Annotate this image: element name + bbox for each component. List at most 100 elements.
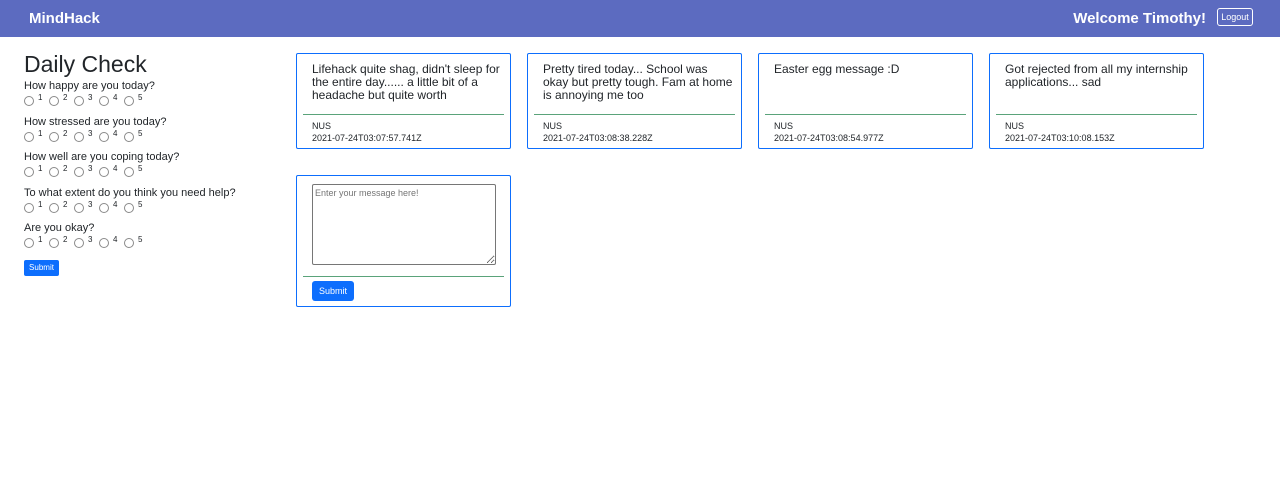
rating-option: 1 xyxy=(24,92,47,106)
rating-option: 5 xyxy=(124,128,147,142)
rating-option-label: 4 xyxy=(113,235,118,244)
rating-radio[interactable] xyxy=(124,167,134,177)
rating-option: 3 xyxy=(74,92,97,106)
rating-option: 3 xyxy=(74,234,97,248)
question-label: To what extent do you think you need hel… xyxy=(24,186,236,199)
message-card: Easter egg message :D NUS 2021-07-24T03:… xyxy=(758,53,973,149)
rating-option-label: 1 xyxy=(38,199,43,209)
rating-radio[interactable] xyxy=(124,238,134,248)
rating-option: 5 xyxy=(124,163,147,177)
message-timestamp: 2021-07-24T03:10:08.153Z xyxy=(1005,133,1115,143)
message-card: Got rejected from all my internship appl… xyxy=(989,53,1204,149)
rating-radio[interactable] xyxy=(49,131,59,142)
card-divider xyxy=(534,114,735,115)
message-org: NUS xyxy=(312,121,332,131)
rating-option-label: 2 xyxy=(63,93,68,102)
message-text: Pretty tired today... School was okay bu… xyxy=(543,62,733,102)
rating-option-label: 3 xyxy=(88,128,93,138)
message-timestamp: 2021-07-24T03:08:54.977Z xyxy=(774,133,884,143)
rating-radio[interactable] xyxy=(99,167,109,177)
rating-radio[interactable] xyxy=(24,238,34,248)
rating-option-label: 1 xyxy=(38,93,43,102)
rating-option-label: 3 xyxy=(88,199,93,209)
rating-option-label: 2 xyxy=(63,235,68,244)
rating-option-label: 5 xyxy=(138,128,143,138)
rating-option-label: 4 xyxy=(113,199,118,209)
card-divider xyxy=(765,114,966,115)
rating-radio[interactable] xyxy=(99,238,109,248)
rating-radio[interactable] xyxy=(49,167,59,177)
rating-option: 3 xyxy=(74,128,97,142)
rating-radio[interactable] xyxy=(74,202,84,213)
rating-radio[interactable] xyxy=(99,96,109,106)
card-divider xyxy=(996,114,1197,115)
logout-button[interactable]: Logout xyxy=(1217,8,1253,26)
rating-option-label: 3 xyxy=(88,235,93,244)
rating-option-label: 3 xyxy=(88,93,93,102)
rating-options: 1 2 3 4 5 xyxy=(24,163,274,177)
question-list: How happy are you today? 1 2 3 4 5 How stresse… xyxy=(24,80,274,258)
rating-options: 1 2 3 4 5 xyxy=(24,234,274,248)
rating-radio[interactable] xyxy=(99,131,109,142)
rating-radio[interactable] xyxy=(49,96,59,106)
message-timestamp: 2021-07-24T03:08:38.228Z xyxy=(543,133,653,143)
rating-option-label: 3 xyxy=(88,164,93,173)
rating-radio[interactable] xyxy=(99,202,109,213)
rating-radio[interactable] xyxy=(24,96,34,106)
rating-radio[interactable] xyxy=(124,131,134,142)
rating-radio[interactable] xyxy=(124,202,134,213)
rating-option: 3 xyxy=(74,199,97,213)
rating-options: 1 2 3 4 5 xyxy=(24,199,274,213)
rating-option: 4 xyxy=(99,128,122,142)
question-item: How stressed are you today? 1 2 3 4 5 xyxy=(24,116,274,152)
rating-option-label: 5 xyxy=(138,199,143,209)
question-label: How well are you coping today? xyxy=(24,151,180,163)
rating-option: 5 xyxy=(124,199,147,213)
message-org: NUS xyxy=(1005,121,1025,131)
rating-radio[interactable] xyxy=(74,131,84,142)
rating-options: 1 2 3 4 5 xyxy=(24,92,274,106)
rating-radio[interactable] xyxy=(74,96,84,106)
rating-option: 2 xyxy=(49,163,72,177)
rating-option: 3 xyxy=(74,163,97,177)
rating-option-label: 1 xyxy=(38,235,43,244)
rating-radio[interactable] xyxy=(24,167,34,177)
message-input[interactable] xyxy=(312,184,496,265)
rating-options: 1 2 3 4 5 xyxy=(24,128,274,142)
question-label: How stressed are you today? xyxy=(24,115,167,128)
message-text: Got rejected from all my internship appl… xyxy=(1005,62,1188,89)
rating-option: 2 xyxy=(49,234,72,248)
rating-option: 1 xyxy=(24,163,47,177)
rating-option: 1 xyxy=(24,128,47,142)
rating-option: 1 xyxy=(24,234,47,248)
brand-logo[interactable]: MindHack xyxy=(29,10,100,27)
rating-option-label: 5 xyxy=(138,235,143,244)
rating-radio[interactable] xyxy=(74,167,84,177)
rating-option: 4 xyxy=(99,163,122,177)
rating-option-label: 4 xyxy=(113,164,118,173)
message-card: Pretty tired today... School was okay bu… xyxy=(527,53,742,149)
compose-card: Submit xyxy=(296,175,511,307)
daily-check-form: Daily Check How happy are you today? 1 2 3 4… xyxy=(24,53,274,258)
rating-radio[interactable] xyxy=(49,238,59,248)
question-label: How happy are you today? xyxy=(24,80,155,92)
rating-option: 4 xyxy=(99,92,122,106)
rating-option: 5 xyxy=(124,92,147,106)
message-org: NUS xyxy=(774,121,794,131)
question-item: Are you okay? 1 2 3 4 5 xyxy=(24,222,274,258)
rating-radio[interactable] xyxy=(24,202,34,213)
daily-check-submit-button[interactable]: Submit xyxy=(24,260,59,276)
rating-radio[interactable] xyxy=(24,131,34,142)
message-org: NUS xyxy=(543,121,563,131)
rating-option: 1 xyxy=(24,199,47,213)
rating-option: 4 xyxy=(99,199,122,213)
welcome-text: Welcome Timothy! xyxy=(1073,10,1206,27)
rating-radio[interactable] xyxy=(49,202,59,213)
message-timestamp: 2021-07-24T03:07:57.741Z xyxy=(312,133,422,143)
message-submit-button[interactable]: Submit xyxy=(312,281,354,301)
rating-radio[interactable] xyxy=(74,238,84,248)
card-divider xyxy=(303,276,504,277)
question-label: Are you okay? xyxy=(24,222,95,234)
rating-radio[interactable] xyxy=(124,96,134,106)
rating-option: 2 xyxy=(49,128,72,142)
